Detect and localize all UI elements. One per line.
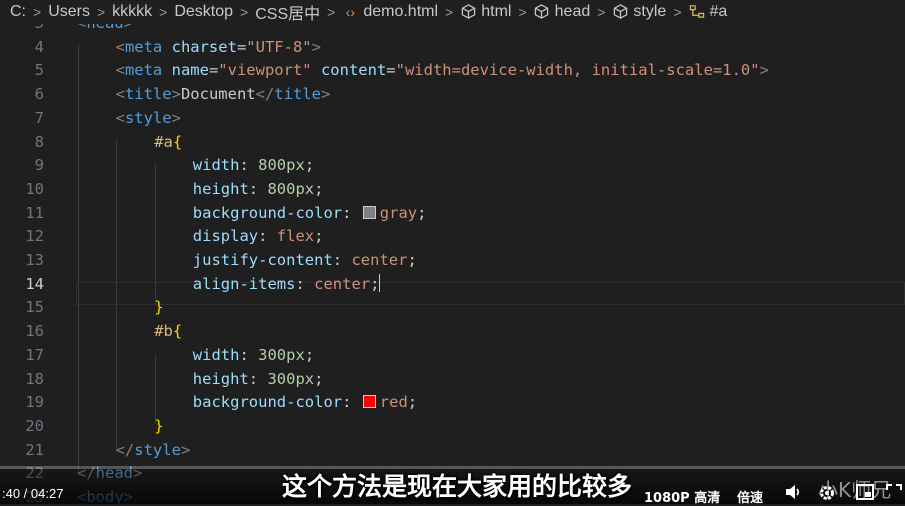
line-number: 3 — [0, 24, 44, 36]
cube-icon — [534, 4, 550, 20]
text-cursor — [379, 273, 381, 292]
chevron-right-icon: > — [96, 4, 106, 20]
breadcrumb-item-desktop[interactable]: Desktop — [174, 3, 233, 21]
line-number: 11 — [25, 203, 44, 222]
code-text[interactable]: align-items: center; — [193, 273, 381, 297]
line-number: 8 — [34, 132, 44, 151]
code-text[interactable]: <title>Document</title> — [116, 83, 331, 107]
code-text[interactable]: background-color: gray; — [193, 202, 427, 226]
code-line[interactable]: 18 height: 300px; — [0, 368, 905, 392]
html-file-icon: ‹› — [345, 4, 355, 20]
code-text[interactable]: height: 800px; — [193, 178, 324, 202]
code-text[interactable]: #a{ — [154, 131, 182, 155]
line-number: 4 — [34, 37, 44, 56]
chevron-right-icon: > — [518, 4, 527, 20]
speed-button[interactable]: 倍速 — [737, 487, 763, 506]
code-text[interactable]: </style> — [116, 439, 191, 463]
code-text[interactable]: <style> — [116, 107, 181, 131]
selector-icon — [689, 4, 705, 20]
line-number: 16 — [25, 322, 44, 341]
code-line[interactable]: 10 height: 800px; — [0, 178, 905, 202]
code-line[interactable]: 19 background-color: red; — [0, 391, 905, 415]
breadcrumb-item-selector[interactable]: #a — [710, 3, 728, 21]
code-editor[interactable]: 3 <head> 4 <meta charset="UTF-8"> 5 <meta nam… — [0, 24, 905, 504]
line-number: 12 — [25, 227, 44, 246]
code-text[interactable]: height: 300px; — [193, 368, 324, 392]
code-line[interactable]: 15} — [0, 296, 905, 320]
code-text[interactable]: } — [154, 415, 163, 439]
line-number: 5 — [34, 61, 44, 80]
code-line[interactable]: 11 background-color: gray; — [0, 202, 905, 226]
line-number: 19 — [25, 393, 44, 412]
line-number: 18 — [25, 369, 44, 388]
code-text[interactable]: <meta charset="UTF-8"> — [116, 36, 321, 60]
code-text[interactable]: background-color: red; — [193, 391, 417, 415]
cube-icon — [460, 4, 476, 20]
code-text[interactable]: #b{ — [154, 320, 182, 344]
line-number: 15 — [25, 298, 44, 317]
watermark: 小K师兄 — [818, 478, 892, 502]
breadcrumb-item-folder[interactable]: CSS居中 — [255, 0, 320, 24]
code-line[interactable]: 3 <head> — [0, 24, 905, 36]
breadcrumb-item-drive[interactable]: C: — [10, 3, 26, 21]
line-number: 7 — [34, 108, 44, 127]
code-line[interactable]: 17 width: 300px; — [0, 344, 905, 368]
breadcrumb-item-style[interactable]: style — [633, 3, 666, 21]
line-number: 10 — [25, 179, 44, 198]
chevron-right-icon: > — [673, 4, 682, 20]
volume-icon[interactable] — [784, 484, 802, 504]
code-line[interactable]: 4 <meta charset="UTF-8"> — [0, 36, 905, 60]
code-line[interactable]: 8 #a{ — [0, 131, 905, 155]
breadcrumb: C: > Users > kkkkk > Desktop > CSS居中 > ‹… — [0, 0, 905, 24]
line-number: 14 — [25, 274, 44, 293]
chevron-right-icon: > — [445, 4, 454, 20]
line-number: 6 — [34, 85, 44, 104]
chevron-right-icon: > — [327, 4, 336, 20]
line-number: 20 — [25, 416, 44, 435]
color-swatch — [362, 205, 376, 219]
breadcrumb-item-user-folder[interactable]: kkkkk — [112, 3, 152, 21]
breadcrumb-item-html[interactable]: html — [481, 3, 511, 21]
cube-icon — [612, 4, 628, 20]
code-line[interactable]: 5 <meta name="viewport" content="width=de… — [0, 59, 905, 83]
breadcrumb-item-file[interactable]: demo.html — [363, 3, 438, 21]
line-number: 21 — [25, 440, 44, 459]
code-text[interactable]: width: 800px; — [193, 154, 314, 178]
quality-button[interactable]: 1080P 高清 — [644, 487, 720, 506]
code-line[interactable]: 9 width: 800px; — [0, 154, 905, 178]
color-swatch — [362, 395, 376, 409]
line-number: 13 — [25, 251, 44, 269]
breadcrumb-item-users[interactable]: Users — [48, 3, 90, 21]
code-text[interactable]: <meta name="viewport" content="width=dev… — [116, 59, 769, 83]
chevron-right-icon: > — [597, 4, 606, 20]
chevron-right-icon: > — [159, 4, 168, 20]
code-line[interactable]: 13 justify-content: center; — [0, 249, 905, 273]
line-number: 9 — [34, 156, 44, 175]
chevron-right-icon: > — [33, 4, 42, 20]
code-line[interactable]: 14 align-items: center; — [0, 273, 905, 297]
code-line[interactable]: 20} — [0, 415, 905, 439]
code-line[interactable]: 7 <style> — [0, 107, 905, 131]
video-subtitle: 这个方法是现在大家用的比较多 — [282, 472, 633, 501]
code-text[interactable]: <head> — [77, 24, 133, 36]
code-text[interactable]: display: flex; — [193, 225, 324, 249]
code-line[interactable]: 21 </style> — [0, 439, 905, 463]
video-time: :40 / 04:27 — [2, 486, 64, 501]
code-text[interactable]: width: 300px; — [193, 344, 314, 368]
chevron-right-icon: > — [240, 4, 249, 20]
breadcrumb-item-head[interactable]: head — [555, 3, 591, 21]
code-text[interactable]: } — [154, 296, 163, 320]
line-number: 17 — [25, 345, 44, 364]
code-line[interactable]: 12 display: flex; — [0, 225, 905, 249]
code-text[interactable]: justify-content: center; — [193, 249, 417, 273]
code-line[interactable]: 16 #b{ — [0, 320, 905, 344]
code-line[interactable]: 6 <title>Document</title> — [0, 83, 905, 107]
